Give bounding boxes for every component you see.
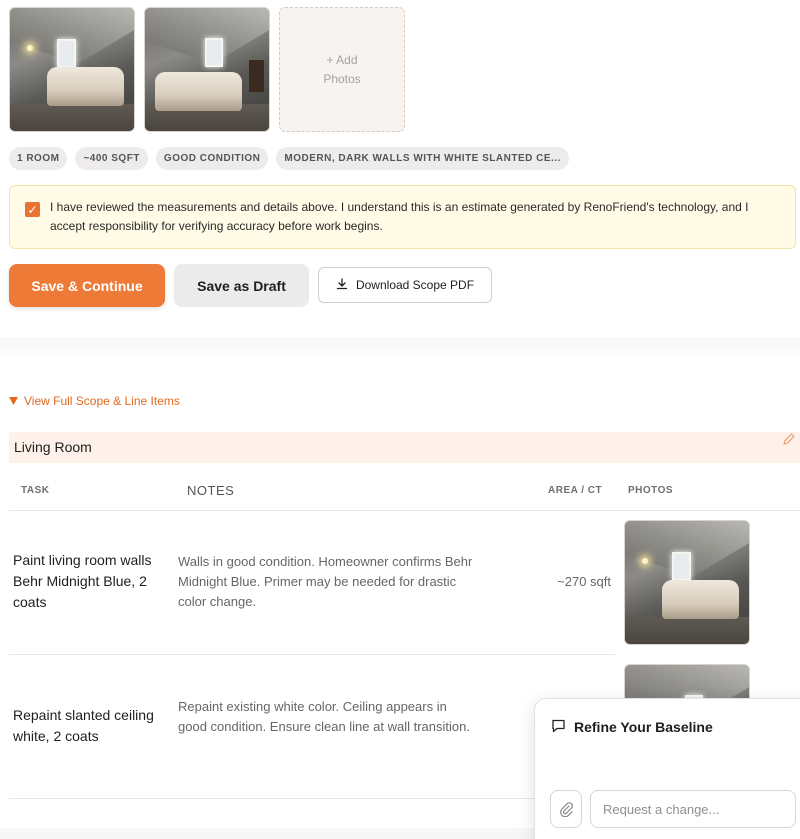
download-pdf-label: Download Scope PDF: [355, 278, 475, 292]
photo-detail: [625, 616, 749, 644]
notes-cell: Repaint existing white color. Ceiling ap…: [178, 699, 470, 734]
view-full-scope-toggle[interactable]: View Full Scope & Line Items: [9, 394, 180, 408]
chat-header: Refine Your Baseline: [551, 718, 713, 736]
task-cell: Paint living room walls Behr Midnight Bl…: [13, 552, 152, 610]
photo-detail: [154, 71, 242, 112]
photo-detail: [662, 580, 740, 620]
column-header-notes: NOTES: [187, 483, 235, 498]
save-draft-button[interactable]: Save as Draft: [174, 264, 309, 307]
notes-cell: Walls in good condition. Homeowner confi…: [178, 554, 473, 609]
row-divider: [9, 654, 615, 655]
save-continue-button[interactable]: Save & Continue: [9, 264, 165, 307]
add-photos-label: + Add: [326, 52, 358, 67]
room-title: Living Room: [14, 439, 92, 455]
column-header-photos: PHOTOS: [628, 485, 674, 496]
task-cell: Repaint slanted ceiling white, 2 coats: [13, 707, 154, 744]
add-photos-button[interactable]: + Add Photos: [279, 7, 405, 132]
paperclip-icon[interactable]: [550, 790, 582, 828]
photo-detail: [672, 551, 691, 582]
tag-rooms: 1 ROOM: [9, 147, 68, 170]
project-tags: 1 ROOM ~400 SQFT GOOD CONDITION MODERN, …: [9, 147, 569, 170]
section-divider: [0, 338, 800, 358]
triangle-down-icon: [9, 394, 18, 408]
review-acknowledgement: ✓ I have reviewed the measurements and d…: [9, 185, 796, 249]
room-header: Living Room: [9, 432, 800, 463]
pencil-icon[interactable]: [782, 432, 796, 449]
area-cell: ~270 sqft: [557, 574, 611, 589]
download-icon: [336, 277, 348, 293]
photo-detail: [249, 59, 265, 92]
request-change-input[interactable]: [590, 790, 796, 828]
table-header-divider: [9, 510, 800, 511]
photo-detail: [204, 37, 224, 68]
refine-baseline-panel: Refine Your Baseline: [534, 698, 800, 839]
download-pdf-button[interactable]: Download Scope PDF: [318, 267, 492, 303]
room-photo-2[interactable]: [144, 7, 270, 132]
column-header-area: AREA / CT: [548, 485, 603, 496]
photo-detail: [47, 67, 125, 107]
scope-toggle-label: View Full Scope & Line Items: [24, 394, 180, 408]
add-photos-label: Photos: [323, 71, 361, 86]
photo-detail: [27, 44, 34, 51]
chat-title: Refine Your Baseline: [574, 719, 713, 735]
checkbox-checked-icon[interactable]: ✓: [25, 202, 40, 217]
photo-detail: [10, 103, 134, 131]
row-photo[interactable]: [624, 520, 750, 645]
column-header-task: TASK: [21, 485, 50, 496]
photo-detail: [642, 557, 649, 564]
tag-style: MODERN, DARK WALLS WITH WHITE SLANTED CE…: [276, 147, 569, 170]
tag-condition: GOOD CONDITION: [155, 147, 269, 170]
review-text: I have reviewed the measurements and det…: [50, 200, 749, 233]
photo-detail: [57, 38, 76, 69]
room-photo-1[interactable]: [9, 7, 135, 132]
tag-area: ~400 SQFT: [75, 147, 148, 170]
chat-bubble-icon: [551, 718, 566, 736]
